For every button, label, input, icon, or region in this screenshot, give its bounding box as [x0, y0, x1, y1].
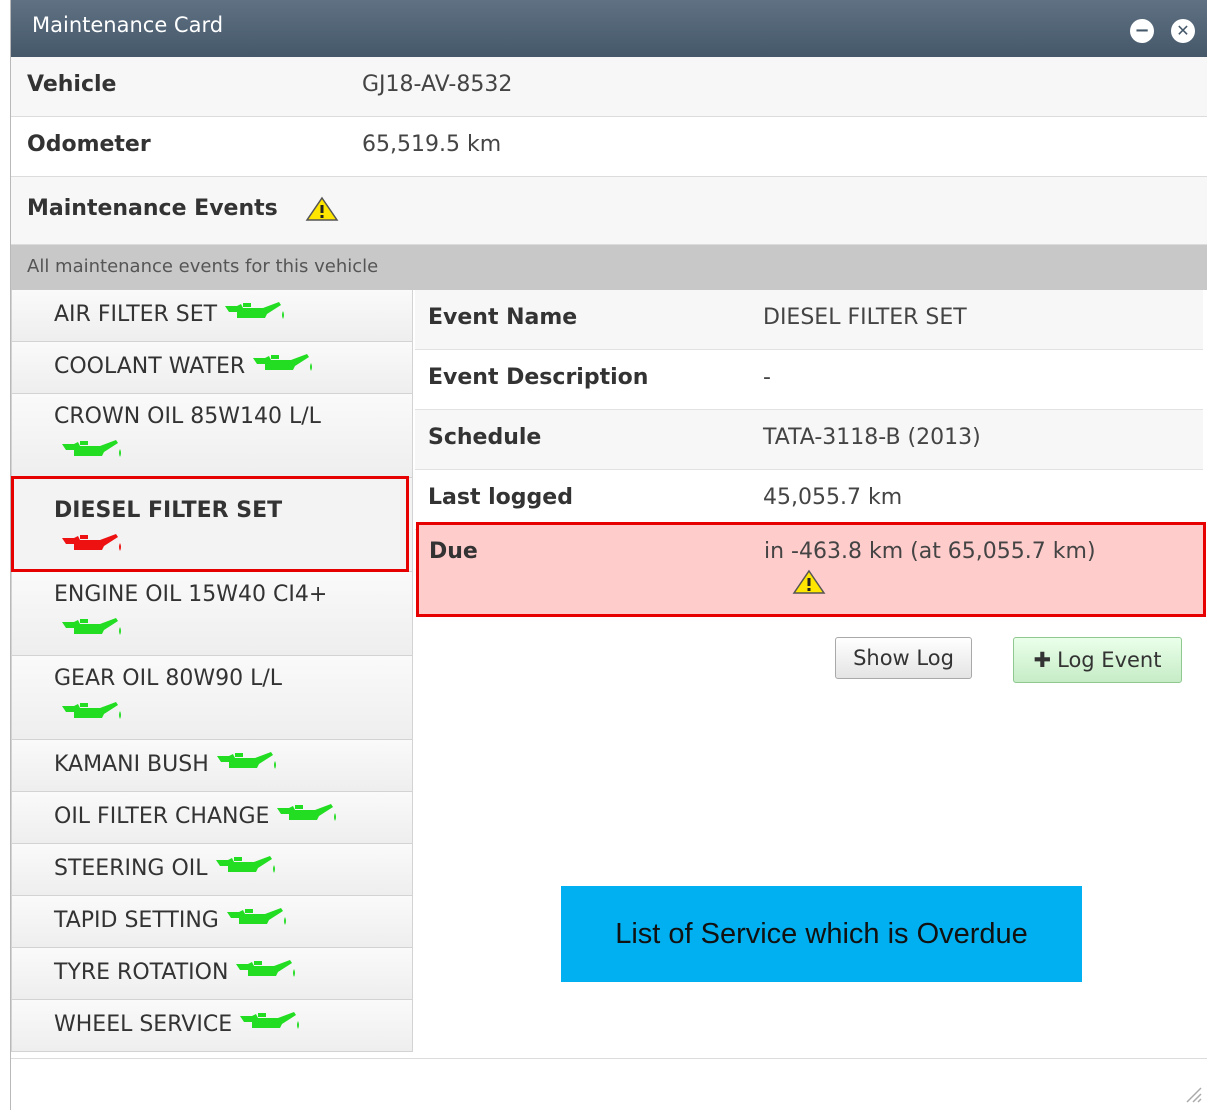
maintenance-events-label: Maintenance Events [27, 196, 339, 222]
event-name-value: DIESEL FILTER SET [763, 305, 967, 330]
due-value: in -463.8 km (at 65,055.7 km) [764, 539, 1096, 564]
warning-icon [792, 569, 826, 594]
event-description-value: - [763, 365, 771, 390]
oil-can-icon [62, 618, 121, 635]
title-bar[interactable]: Maintenance Card − ✕ [11, 0, 1207, 57]
oil-can-icon [236, 960, 296, 977]
event-item-text: OIL FILTER CHANGE [54, 804, 270, 829]
schedule-value: TATA-3118-B (2013) [763, 425, 981, 450]
event-item[interactable]: ENGINE OIL 15W40 CI4+ [11, 572, 413, 656]
event-item-text: CROWN OIL 85W140 L/L [54, 404, 321, 429]
due-label: Due [429, 539, 478, 564]
events-subheader: All maintenance events for this vehicle [11, 245, 1207, 290]
event-item-text: COOLANT WATER [54, 354, 246, 379]
oil-can-icon [216, 752, 276, 769]
event-item-text: ENGINE OIL 15W40 CI4+ [54, 582, 328, 607]
event-item-label: GEAR OIL 80W90 L/L [54, 666, 282, 691]
maintenance-card-window: Maintenance Card − ✕ Vehicle GJ18-AV-853… [10, 0, 1207, 1110]
vehicle-label: Vehicle [27, 72, 117, 97]
event-item[interactable]: OIL FILTER CHANGE [11, 792, 413, 844]
detail-last-logged-row: Last logged 45,055.7 km [415, 470, 1203, 530]
detail-event-name-row: Event Name DIESEL FILTER SET [415, 290, 1203, 350]
event-status-icon [60, 616, 126, 646]
footer-divider [11, 1058, 1207, 1059]
close-icon[interactable]: ✕ [1171, 19, 1195, 43]
detail-description-row: Event Description - [415, 350, 1203, 410]
odometer-label: Odometer [27, 132, 151, 157]
oil-can-icon [277, 804, 337, 821]
odometer-value: 65,519.5 km [362, 132, 502, 157]
event-item-label: TYRE ROTATION [54, 958, 300, 985]
event-item[interactable]: COOLANT WATER [11, 342, 413, 394]
minimize-icon[interactable]: − [1130, 19, 1154, 43]
event-item-label: OIL FILTER CHANGE [54, 802, 341, 829]
resize-handle-icon[interactable] [1183, 1084, 1203, 1104]
event-item[interactable]: AIR FILTER SET [11, 290, 413, 342]
oil-can-icon [226, 908, 286, 925]
oil-can-icon [240, 1012, 300, 1029]
event-item-label: ENGINE OIL 15W40 CI4+ [54, 582, 327, 607]
oil-can-icon [62, 440, 121, 457]
event-item[interactable]: GEAR OIL 80W90 L/L [11, 656, 413, 740]
plus-icon: ✚ [1033, 648, 1052, 672]
event-item[interactable]: CROWN OIL 85W140 L/L [11, 394, 413, 478]
event-item[interactable]: TYRE ROTATION [11, 948, 413, 1000]
oil-can-icon [215, 856, 275, 873]
event-item-label: COOLANT WATER [54, 352, 317, 379]
maintenance-events-header: Maintenance Events [11, 177, 1207, 245]
event-item-label: TAPID SETTING [54, 906, 291, 933]
event-item[interactable]: WHEEL SERVICE [11, 1000, 413, 1052]
event-item[interactable]: STEERING OIL [11, 844, 413, 896]
event-item-label: KAMANI BUSH [54, 750, 281, 777]
event-item-text: DIESEL FILTER SET [54, 498, 283, 523]
log-event-button[interactable]: ✚ Log Event [1013, 637, 1182, 683]
event-status-icon [60, 700, 126, 730]
event-item-text: WHEEL SERVICE [54, 1012, 233, 1037]
oil-can-icon [253, 354, 313, 371]
event-item-text: GEAR OIL 80W90 L/L [54, 666, 282, 691]
event-status-icon [60, 438, 126, 468]
last-logged-value: 45,055.7 km [763, 485, 903, 510]
event-item-label: STEERING OIL [54, 854, 280, 881]
event-name-label: Event Name [428, 305, 578, 330]
vehicle-row: Vehicle GJ18-AV-8532 [11, 57, 1207, 117]
event-item[interactable]: DIESEL FILTER SET [11, 478, 413, 572]
event-item-text: STEERING OIL [54, 856, 208, 881]
event-item-label: CROWN OIL 85W140 L/L [54, 404, 321, 429]
event-item-text: KAMANI BUSH [54, 752, 209, 777]
odometer-row: Odometer 65,519.5 km [11, 117, 1207, 177]
last-logged-label: Last logged [428, 485, 573, 510]
detail-due-row: Due in -463.8 km (at 65,055.7 km) [416, 522, 1206, 617]
oil-can-icon [225, 302, 285, 319]
event-item[interactable]: TAPID SETTING [11, 896, 413, 948]
schedule-label: Schedule [428, 425, 542, 450]
event-item-text: TAPID SETTING [54, 908, 219, 933]
vehicle-value: GJ18-AV-8532 [362, 72, 513, 97]
detail-schedule-row: Schedule TATA-3118-B (2013) [415, 410, 1203, 470]
show-log-button[interactable]: Show Log [835, 637, 972, 679]
window-title: Maintenance Card [32, 13, 224, 37]
log-event-label: Log Event [1057, 648, 1162, 672]
event-item-text: TYRE ROTATION [54, 960, 229, 985]
oil-can-icon [62, 534, 121, 551]
event-item-label: WHEEL SERVICE [54, 1010, 304, 1037]
warning-icon [305, 196, 339, 221]
event-item-label: AIR FILTER SET [54, 300, 289, 327]
event-item-label: DIESEL FILTER SET [54, 498, 282, 523]
event-description-label: Event Description [428, 365, 649, 390]
oil-can-icon [62, 702, 121, 719]
event-item[interactable]: KAMANI BUSH [11, 740, 413, 792]
maintenance-events-text: Maintenance Events [27, 196, 278, 221]
event-status-icon [60, 532, 126, 562]
event-item-text: AIR FILTER SET [54, 302, 218, 327]
overdue-callout: List of Service which is Overdue [561, 886, 1082, 982]
